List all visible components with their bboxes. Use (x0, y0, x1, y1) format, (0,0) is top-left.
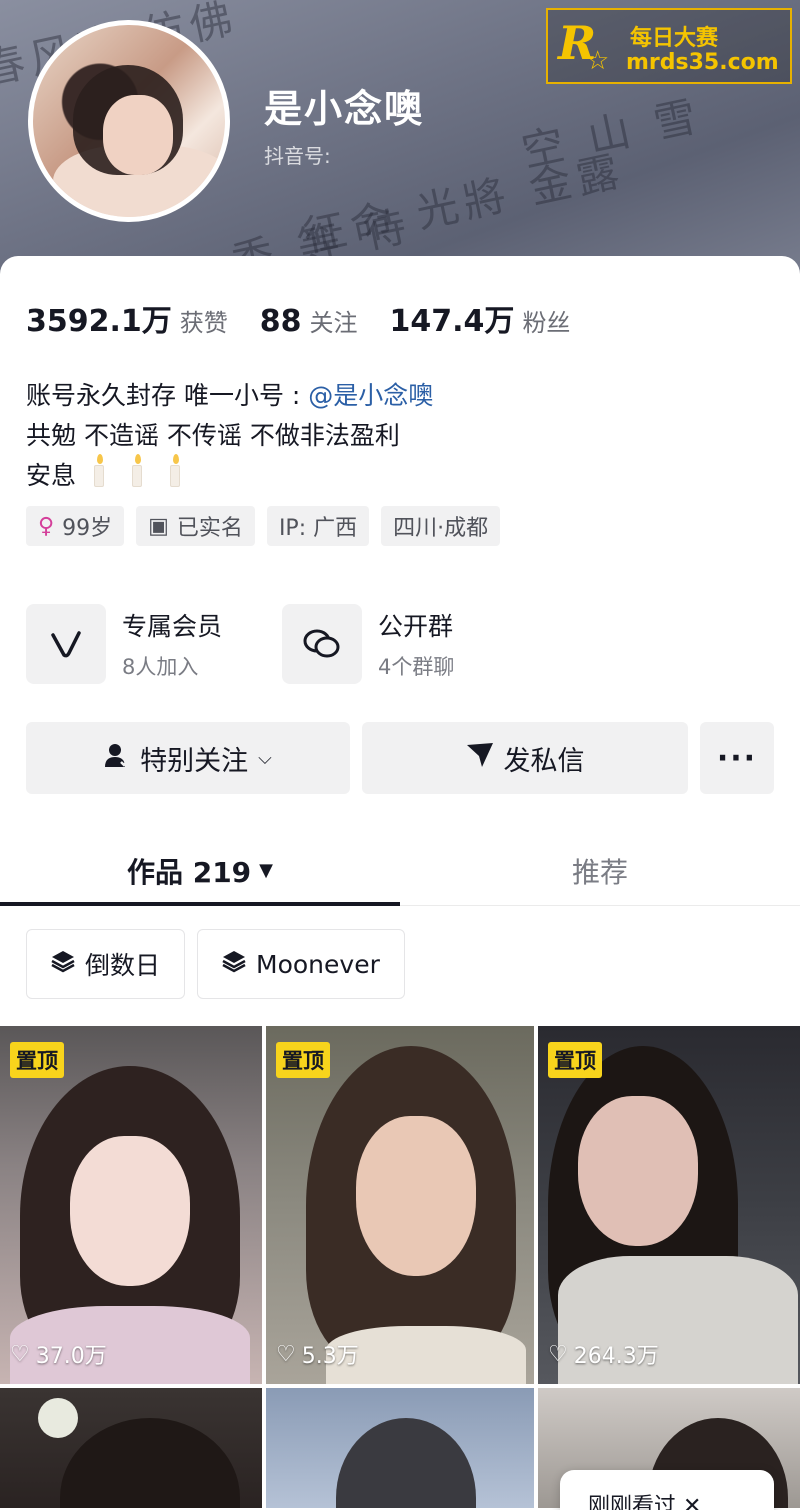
action-buttons: 特别关注 ⌵ 发私信 ··· (26, 722, 774, 794)
group-subtitle: 4个群聊 (378, 655, 455, 679)
chat-bubbles-icon (282, 604, 363, 684)
thumbnail-hair-shape (336, 1418, 476, 1508)
pinned-badge: 置顶 (548, 1042, 602, 1078)
thumbnail-face-shape (578, 1096, 698, 1246)
ip-tag-label: IP: 广西 (278, 516, 358, 541)
video-thumbnail[interactable]: 置顶 ♡ 5.3万 (266, 1026, 534, 1384)
pinned-badge: 置顶 (276, 1042, 330, 1078)
more-icon: ··· (716, 740, 758, 776)
avatar-face-shape (103, 95, 173, 175)
video-likes: ♡ 37.0万 (10, 1338, 107, 1370)
special-follow-button[interactable]: 特别关注 ⌵ (26, 722, 350, 794)
video-likes-count: 37.0万 (35, 1344, 107, 1369)
thumbnail-hair-shape (60, 1418, 240, 1508)
watermark-line1: 每日大赛 (630, 26, 719, 51)
video-likes-count: 5.3万 (301, 1344, 359, 1369)
send-message-button[interactable]: 发私信 (362, 722, 688, 794)
location-tag-label: 四川·成都 (393, 516, 489, 541)
verified-tag: ▣ 已实名 (136, 506, 255, 546)
layers-icon (222, 949, 246, 979)
collection-moonever-label: Moonever (256, 949, 380, 979)
followers-label[interactable]: 粉丝 (522, 303, 570, 338)
username: 是小念噢 (264, 87, 425, 131)
pinned-badge: 置顶 (10, 1042, 64, 1078)
more-options-button[interactable]: ··· (700, 722, 774, 794)
services-row: 专属会员 8人加入 公开群 4个群聊 (26, 604, 514, 684)
location-tag: 四川·成都 (381, 506, 501, 546)
layers-icon (51, 949, 75, 979)
following-label[interactable]: 关注 (310, 303, 358, 338)
heart-icon: ♡ (276, 1341, 296, 1367)
collection-moonever[interactable]: Moonever (197, 929, 405, 999)
candle-icon (93, 454, 104, 487)
public-group-entry[interactable]: 公开群 4个群聊 (282, 604, 454, 684)
recently-viewed-popup[interactable]: 刚刚看过 ✕ (560, 1470, 774, 1510)
following-count[interactable]: 88 (260, 304, 302, 339)
video-likes-count: 264.3万 (573, 1344, 659, 1369)
send-icon (466, 742, 494, 775)
star-icon: ☆ (586, 46, 610, 76)
stats-row: 3592.1万 获赞 88 关注 147.4万 粉丝 (26, 296, 602, 340)
send-message-label: 发私信 (503, 745, 585, 777)
collection-countdown-label: 倒数日 (85, 951, 161, 980)
tab-recommend-label: 推荐 (571, 855, 628, 889)
bio-mention-link[interactable]: @是小念噢 (308, 381, 433, 410)
candle-icon (169, 454, 180, 487)
membership-title: 专属会员 (122, 612, 223, 641)
v-icon-svg (51, 631, 81, 658)
membership-subtitle: 8人加入 (122, 655, 199, 679)
bio-line-1-text: 账号永久封存 唯一小号 : (26, 381, 301, 410)
avatar[interactable] (28, 20, 230, 222)
bio-line-1: 账号永久封存 唯一小号 : @是小念噢 (26, 376, 433, 416)
thumbnail-face-shape (70, 1136, 190, 1286)
profile-header: 春风吹 仿佛 征命 光將 金露 空 山 雪 秀 等 待 是小念噢 抖音号: R … (0, 0, 800, 290)
heart-icon: ♡ (548, 1341, 568, 1367)
bio-line-3-text: 安息 (26, 461, 77, 490)
video-thumbnail[interactable]: 置顶 ♡ 264.3万 (538, 1026, 800, 1384)
user-check-icon (104, 742, 131, 775)
tab-recommend[interactable]: 推荐 (400, 836, 800, 905)
special-follow-label: 特别关注 (140, 745, 249, 777)
heart-icon: ♡ (10, 1341, 30, 1367)
candle-icon (131, 454, 142, 487)
profile-tags: ♀ 99岁 ▣ 已实名 IP: 广西 四川·成都 (26, 506, 512, 546)
ip-tag: IP: 广西 (266, 506, 370, 546)
watermark-logo: R ☆ 每日大赛 mrds35.com (546, 8, 792, 84)
verified-tag-label: 已实名 (176, 516, 243, 541)
douyin-id-label[interactable]: 抖音号: (264, 140, 331, 169)
content-tabs: 作品 219 ▼ 推荐 (0, 836, 800, 906)
video-likes: ♡ 5.3万 (276, 1338, 359, 1370)
exclusive-membership-entry[interactable]: 专属会员 8人加入 (26, 604, 222, 684)
tab-works-label: 作品 219 (126, 855, 252, 889)
group-title: 公开群 (378, 612, 454, 641)
v-icon (26, 604, 106, 684)
video-thumbnail[interactable] (266, 1388, 534, 1508)
video-thumbnail[interactable] (0, 1388, 262, 1508)
female-icon: ♀ (38, 513, 55, 539)
collections-row: 倒数日 Moonever (26, 929, 417, 999)
id-card-icon: ▣ (148, 513, 169, 539)
collection-countdown[interactable]: 倒数日 (26, 929, 186, 999)
age-tag-label: 99岁 (62, 516, 113, 541)
followers-count[interactable]: 147.4万 (390, 296, 515, 340)
likes-count: 3592.1万 (26, 304, 172, 339)
thumbnail-face-shape (356, 1116, 476, 1276)
chat-bubbles-svg (303, 629, 340, 658)
caret-down-icon: ▼ (259, 860, 274, 881)
flower-icon (38, 1398, 78, 1438)
video-thumbnail[interactable]: 置顶 ♡ 37.0万 (0, 1026, 262, 1384)
bio-line-3: 安息 (26, 454, 433, 496)
tab-works[interactable]: 作品 219 ▼ (0, 836, 400, 906)
likes-label: 获赞 (179, 309, 228, 337)
watermark-line2: mrds35.com (626, 50, 779, 75)
video-likes: ♡ 264.3万 (548, 1338, 659, 1370)
age-tag: ♀ 99岁 (26, 506, 125, 546)
profile-card: 3592.1万 获赞 88 关注 147.4万 粉丝 账号永久封存 唯一小号 :… (0, 256, 800, 1510)
bio-line-2: 共勉 不造谣 不传谣 不做非法盈利 (26, 421, 400, 450)
bio: 账号永久封存 唯一小号 : @是小念噢 共勉 不造谣 不传谣 不做非法盈利 安息 (26, 376, 433, 496)
chevron-down-icon: ⌵ (258, 747, 272, 769)
